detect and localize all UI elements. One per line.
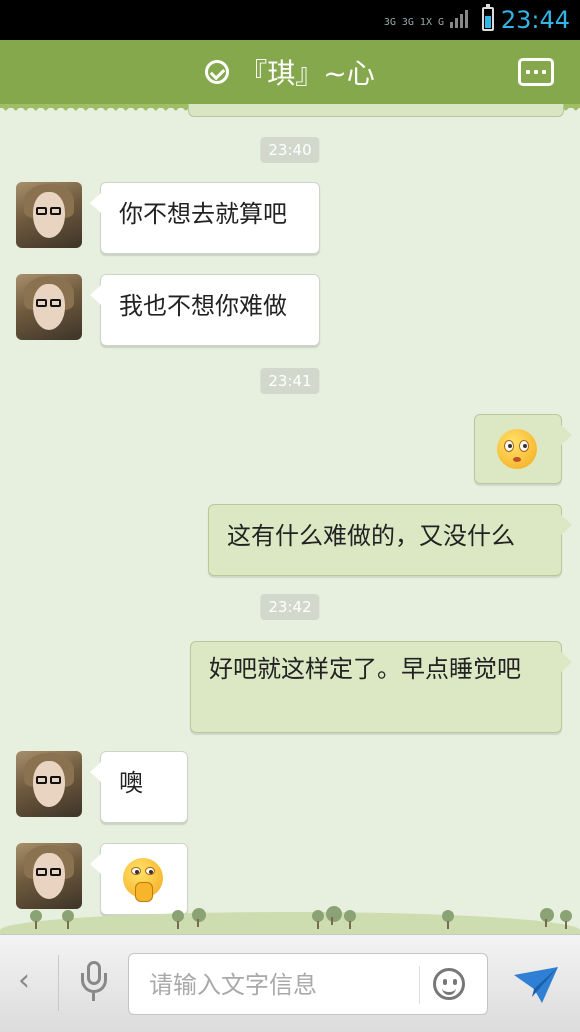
signal-icon	[450, 6, 468, 28]
message-text: 我也不想你难做	[119, 292, 287, 320]
message-text: 好吧就这样定了。早点睡觉吧	[209, 655, 521, 683]
incoming-message[interactable]: 你不想去就算吧	[90, 182, 320, 254]
chat-title: 『琪』~心	[0, 52, 580, 92]
network-indicators: 3G 3G 1X G	[384, 6, 468, 28]
status-clock: 23:44	[500, 6, 570, 34]
message-text: 噢	[119, 769, 143, 797]
outgoing-message[interactable]: 这有什么难做的，又没什么	[208, 504, 572, 576]
outgoing-message[interactable]	[474, 414, 572, 484]
previous-message-edge	[188, 104, 564, 117]
message-text: 你不想去就算吧	[119, 200, 287, 228]
timestamp: 23:41	[260, 368, 320, 394]
incoming-message[interactable]: 我也不想你难做	[90, 274, 320, 346]
decorative-scenery	[0, 890, 580, 934]
network-label: G	[437, 17, 444, 28]
check-circle-icon	[205, 60, 230, 84]
network-label: 3G	[383, 17, 396, 28]
message-input[interactable]	[147, 964, 421, 1006]
battery-icon	[482, 4, 494, 31]
outgoing-message[interactable]: 好吧就这样定了。早点睡觉吧	[190, 641, 572, 733]
chevron-left-icon[interactable]: ‹	[18, 963, 30, 998]
microphone-icon[interactable]	[78, 961, 110, 1005]
contact-avatar[interactable]	[16, 274, 82, 340]
blushing-face-icon	[497, 429, 537, 469]
network-label: 1X	[419, 17, 432, 28]
message-list[interactable]: 23:40 你不想去就算吧 我也不想你难做 23:41 这有什么难做的，又没什么…	[0, 104, 580, 934]
message-text: 这有什么难做的，又没什么	[227, 522, 515, 550]
timestamp: 23:42	[260, 594, 320, 620]
contact-avatar[interactable]	[16, 182, 82, 248]
emoji-picker-icon[interactable]	[433, 968, 465, 1000]
network-label: 3G	[401, 17, 414, 28]
more-options-button[interactable]	[518, 58, 554, 86]
chat-header: 『琪』~心	[0, 40, 580, 114]
incoming-message[interactable]: 噢	[90, 751, 188, 823]
message-input-box[interactable]	[128, 953, 488, 1015]
contact-name[interactable]: 『琪』~心	[239, 52, 374, 92]
contact-avatar[interactable]	[16, 751, 82, 817]
input-bar: ‹	[0, 934, 580, 1032]
send-icon[interactable]	[512, 963, 560, 1007]
timestamp: 23:40	[260, 137, 320, 163]
status-bar: 3G 3G 1X G 23:44	[0, 0, 580, 40]
